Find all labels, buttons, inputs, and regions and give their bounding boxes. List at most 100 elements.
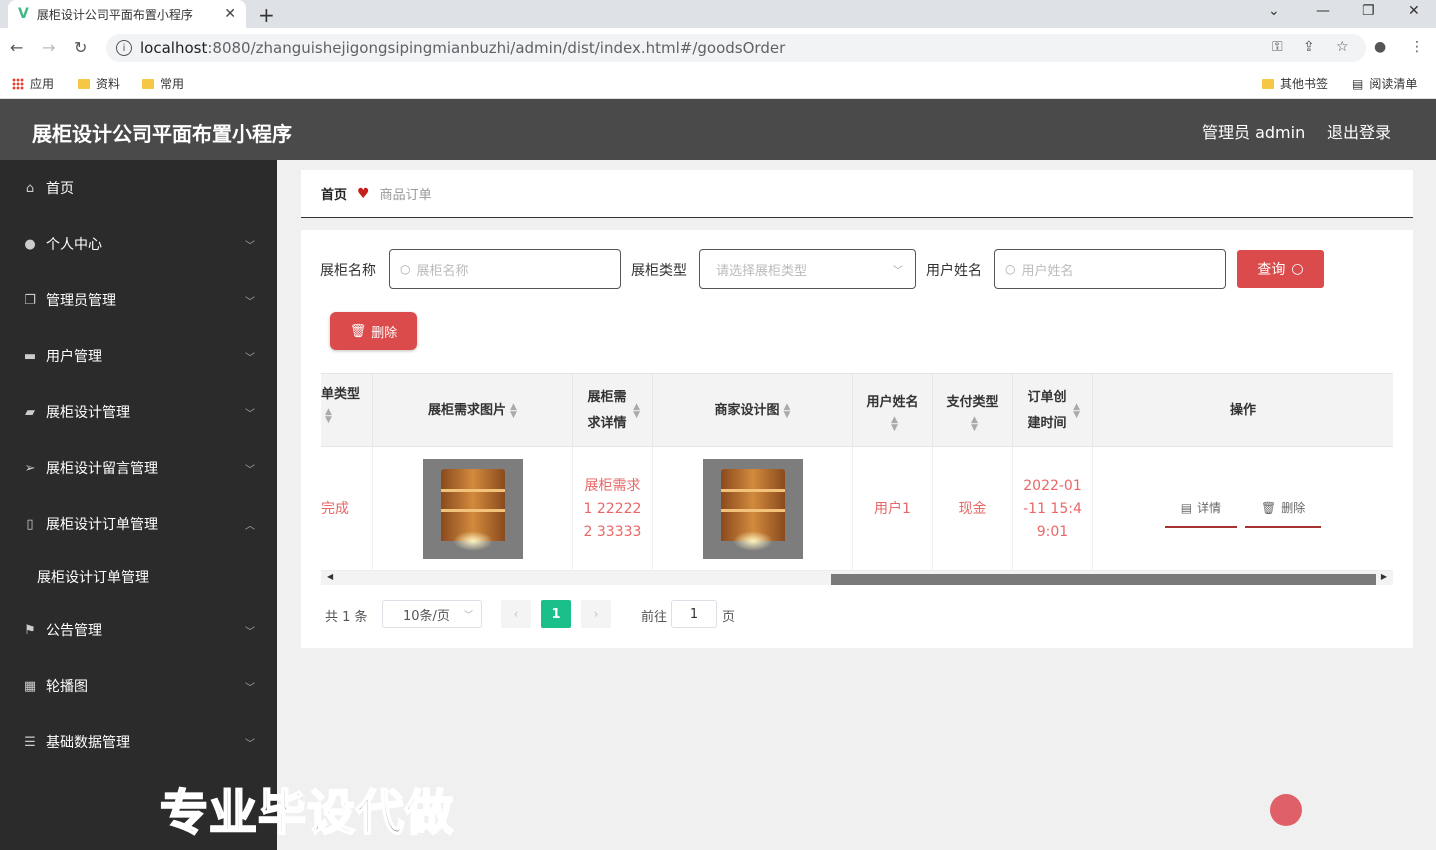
breadcrumb-home[interactable]: 首页 xyxy=(321,184,347,203)
col-design-image[interactable]: 商家设计图 ▲ ▼ xyxy=(653,374,853,448)
tab-close-icon[interactable]: ✕ xyxy=(224,6,236,22)
back-icon[interactable]: ← xyxy=(10,38,23,57)
bookmark-star-icon[interactable]: ☆ xyxy=(1336,39,1349,55)
col-demand-detail[interactable]: 展柜需求详情 ▲ ▼ xyxy=(573,374,653,448)
vue-logo-icon: V xyxy=(18,6,29,22)
sort-icon[interactable]: ▲ ▼ xyxy=(325,408,332,425)
document-icon: ▤ xyxy=(1180,500,1193,515)
window-close-icon[interactable]: ✕ xyxy=(1408,3,1420,19)
prev-page-button[interactable]: ‹ xyxy=(501,600,531,628)
chevron-down-icon: ﹀ xyxy=(245,464,255,476)
cell-demand-image[interactable] xyxy=(373,447,573,571)
demand-image[interactable] xyxy=(422,459,523,559)
sidebar-item-basedata[interactable]: ☰ 基础数据管理 ﹀ xyxy=(0,714,277,770)
next-page-button[interactable]: › xyxy=(581,600,611,628)
row-delete-button[interactable]: 🗑 删除 xyxy=(1245,490,1322,528)
sidebar-item-admins[interactable]: ❐ 管理员管理 ﹀ xyxy=(0,272,277,328)
sort-icon[interactable]: ▲ ▼ xyxy=(891,416,898,433)
send-icon: ➢ xyxy=(24,460,36,476)
browser-tab[interactable]: V 展柜设计公司平面布置小程序 ✕ xyxy=(8,0,246,28)
cell-design-image[interactable] xyxy=(653,447,853,571)
sidebar-item-home[interactable]: ⌂ 首页 xyxy=(0,160,277,216)
current-user: 管理员 admin xyxy=(1202,123,1306,142)
restore-icon[interactable]: ❐ xyxy=(1362,3,1375,19)
orders-table: 单类型 ▲ ▼ 展柜需求图片 ▲ ▼ 展柜需求详情 ▲ ▼ 商家设计图 ▲ ▼ 用户姓名 ▲ ▼ 支… xyxy=(321,373,1393,587)
browser-tab-strip: V 展柜设计公司平面布置小程序 ✕ + ⌄ — ❐ ✕ xyxy=(0,0,1436,28)
col-user-name[interactable]: 用户姓名 ▲ ▼ xyxy=(853,374,933,448)
monitor-icon: ▬ xyxy=(23,348,37,364)
bookmark-folder[interactable]: 常用 xyxy=(142,75,184,92)
menu-dots-icon[interactable]: ⋮ xyxy=(1410,39,1424,55)
bookmark-folder[interactable]: 资料 xyxy=(78,75,120,92)
pagination-total: 共 1 条 xyxy=(325,610,368,625)
col-order-type[interactable]: 单类型 ▲ ▼ xyxy=(321,374,373,448)
list-icon: ☰ xyxy=(24,734,36,750)
chevron-down-icon: ﹀ xyxy=(245,296,255,308)
cell-pay-type: 现金 xyxy=(933,447,1013,571)
chevron-down-icon: ﹀ xyxy=(893,265,903,277)
page-number-active[interactable]: 1 xyxy=(541,600,571,628)
folder-icon xyxy=(78,78,90,89)
forward-icon[interactable]: → xyxy=(42,38,55,57)
home-icon: ⌂ xyxy=(25,180,35,196)
reading-list-icon: ▤ xyxy=(1352,76,1364,91)
page-size-select[interactable]: 10条/页 ﹀ xyxy=(382,600,482,628)
breadcrumb-current: 商品订单 xyxy=(379,188,432,203)
briefcase-icon: ▰ xyxy=(25,404,35,420)
bookmark-other[interactable]: 其他书签 xyxy=(1262,75,1328,92)
chevron-down-icon: ﹀ xyxy=(245,626,255,638)
type-select[interactable]: 请选择展柜类型 ﹀ xyxy=(699,249,916,289)
apps-icon xyxy=(12,77,24,90)
sort-icon[interactable]: ▲ ▼ xyxy=(510,403,517,420)
horizontal-scrollbar[interactable]: ◀ ▶ xyxy=(321,571,1393,585)
sidebar-item-messages[interactable]: ➢ 展柜设计留言管理 ﹀ xyxy=(0,440,277,496)
breadcrumb: 首页 ♥ 商品订单 xyxy=(301,170,1413,218)
col-created-time[interactable]: 订单创建时间 ▲ ▼ xyxy=(1013,374,1093,448)
scroll-left-icon[interactable]: ◀ xyxy=(327,572,333,581)
chevron-down-icon: ﹀ xyxy=(245,240,255,252)
sidebar-item-users[interactable]: ▬ 用户管理 ﹀ xyxy=(0,328,277,384)
share-icon[interactable]: ⇪ xyxy=(1303,39,1315,55)
col-pay-type[interactable]: 支付类型 ▲ ▼ xyxy=(933,374,1013,448)
sidebar-item-notices[interactable]: ⚑ 公告管理 ﹀ xyxy=(0,602,277,658)
bookmark-apps[interactable]: 应用 xyxy=(12,75,54,92)
table-row: 完成 展柜需求1 22222 2 33333 用户1 现金 2022-01-11… xyxy=(321,447,1393,571)
sort-icon[interactable]: ▲ ▼ xyxy=(1073,403,1080,420)
sidebar-item-design[interactable]: ▰ 展柜设计管理 ﹀ xyxy=(0,384,277,440)
detail-button[interactable]: ▤ 详情 xyxy=(1164,490,1238,528)
new-tab-icon[interactable]: + xyxy=(258,3,275,27)
url-input[interactable]: i localhost:8080/zhanguishejigongsipingm… xyxy=(106,34,1366,62)
sort-icon[interactable]: ▲ ▼ xyxy=(784,403,791,420)
tab-search-icon[interactable]: ⌄ xyxy=(1268,3,1280,19)
goto-page-input[interactable]: 1 xyxy=(671,600,717,628)
design-image[interactable] xyxy=(702,459,803,559)
site-info-icon[interactable]: i xyxy=(116,40,132,56)
chevron-down-icon: ﹀ xyxy=(245,738,255,750)
reading-list[interactable]: ▤ 阅读清单 xyxy=(1352,75,1417,92)
logout-button[interactable]: 退出登录 xyxy=(1327,119,1391,143)
submenu-item-orders[interactable]: 展柜设计订单管理 xyxy=(0,552,277,602)
sort-icon[interactable]: ▲ ▼ xyxy=(633,403,640,420)
sidebar: ⌂ 首页 ● 个人中心 ﹀ ❐ 管理员管理 ﹀ ▬ 用户管理 ﹀ ▰ 展柜设计管理 ﹀ ➢… xyxy=(0,160,277,850)
scrollbar-thumb[interactable] xyxy=(831,574,1376,585)
sidebar-item-orders[interactable]: ▯ 展柜设计订单管理 ︿ xyxy=(0,496,277,552)
app-header: 展柜设计公司平面布置小程序 管理员 admin 退出登录 xyxy=(0,99,1436,160)
user-icon: ● xyxy=(24,236,36,252)
minimize-icon[interactable]: — xyxy=(1316,3,1330,19)
sidebar-item-carousel[interactable]: ▦ 轮播图 ﹀ xyxy=(0,658,277,714)
batch-delete-button[interactable]: 🗑 删除 xyxy=(330,312,417,350)
trash-icon: 🗑 xyxy=(349,323,367,339)
chevron-down-icon: ﹀ xyxy=(245,352,255,364)
reload-icon[interactable]: ↻ xyxy=(74,38,87,57)
col-demand-image[interactable]: 展柜需求图片 ▲ ▼ xyxy=(373,374,573,448)
user-search-input[interactable]: ○ 用户姓名 xyxy=(994,249,1226,289)
key-icon[interactable]: ⚿ xyxy=(1272,39,1283,55)
profile-icon[interactable]: ● xyxy=(1374,39,1386,55)
watermark-text: 专业毕设代做 xyxy=(159,784,455,842)
query-button[interactable]: 查询 ○ xyxy=(1237,250,1324,288)
sort-icon[interactable]: ▲ ▼ xyxy=(971,416,978,433)
chevron-right-icon: › xyxy=(593,607,599,621)
name-search-input[interactable]: ○ 展柜名称 xyxy=(389,249,621,289)
sidebar-item-profile[interactable]: ● 个人中心 ﹀ xyxy=(0,216,277,272)
scroll-right-icon[interactable]: ▶ xyxy=(1381,572,1387,581)
